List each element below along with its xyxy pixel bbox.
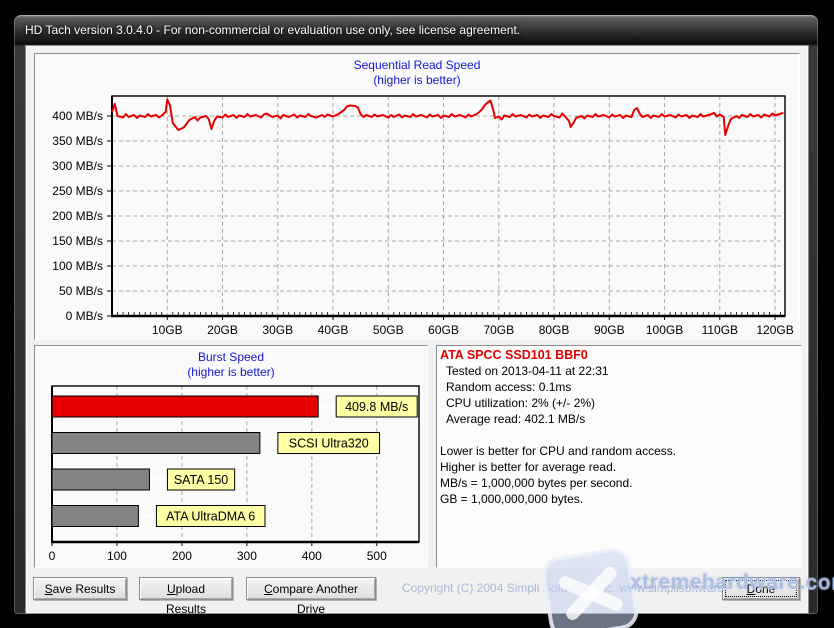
random-access-line: Random access: 0.1ms [437, 379, 801, 395]
burst-speed-chart: 0 100 200 300 400 500 409.8 MB/s SCSI Ultra320 S… [39, 384, 424, 564]
svg-text:350 MB/s: 350 MB/s [52, 134, 103, 148]
average-read-line: Average read: 402.1 MB/s [437, 411, 801, 427]
burst-chart-title: Burst Speed (higher is better) [35, 346, 427, 380]
svg-text:70GB: 70GB [483, 323, 514, 337]
svg-text:409.8 MB/s: 409.8 MB/s [345, 400, 408, 414]
compare-another-drive-button[interactable]: Compare Another Drive [246, 577, 376, 600]
svg-text:100 MB/s: 100 MB/s [52, 259, 103, 273]
window-content: Sequential Read Speed (higher is better)… [25, 45, 809, 614]
svg-text:500: 500 [367, 549, 387, 563]
svg-text:120GB: 120GB [756, 323, 793, 337]
desktop-background: HD Tach version 3.0.4.0 - For non-commer… [0, 0, 834, 628]
title-bar[interactable]: HD Tach version 3.0.4.0 - For non-commer… [14, 15, 818, 45]
svg-text:100GB: 100GB [646, 323, 683, 337]
read-speed-line [112, 100, 783, 136]
burst-bar [52, 506, 138, 527]
svg-text:400: 400 [302, 549, 322, 563]
burst-chart-title-line: Burst Speed [35, 350, 427, 365]
drive-name: ATA SPCC SSD101 BBF0 [437, 346, 801, 363]
burst-chart-subtitle: (higher is better) [35, 365, 427, 380]
svg-text:SATA 150: SATA 150 [174, 473, 228, 487]
svg-text:ATA UltraDMA 6: ATA UltraDMA 6 [166, 510, 255, 524]
svg-text:30GB: 30GB [262, 323, 293, 337]
svg-text:300: 300 [237, 549, 257, 563]
svg-text:100: 100 [107, 549, 127, 563]
burst-bar [52, 433, 260, 454]
svg-text:200 MB/s: 200 MB/s [52, 209, 103, 223]
note-mbs: MB/s = 1,000,000 bytes per second. [437, 475, 801, 491]
note-average: Higher is better for average read. [437, 459, 801, 475]
svg-text:50 MB/s: 50 MB/s [59, 284, 103, 298]
save-results-button[interactable]: Save Results [33, 577, 127, 600]
svg-text:50GB: 50GB [373, 323, 404, 337]
svg-text:80GB: 80GB [539, 323, 570, 337]
note-gb: GB = 1,000,000,000 bytes. [437, 491, 801, 507]
svg-text:200: 200 [172, 549, 192, 563]
svg-text:10GB: 10GB [152, 323, 183, 337]
burst-bar [52, 469, 149, 490]
spacer [437, 427, 801, 443]
svg-text:400 MB/s: 400 MB/s [52, 109, 103, 123]
svg-text:SCSI Ultra320: SCSI Ultra320 [289, 437, 369, 451]
svg-text:250 MB/s: 250 MB/s [52, 184, 103, 198]
sequential-read-chart: 0 MB/s 50 MB/s 100 MB/s 150 MB/s 200 MB/s 250… [39, 90, 795, 346]
upload-results-button[interactable]: Upload Results [139, 577, 233, 600]
burst-bar [52, 396, 318, 417]
hd-tach-window: HD Tach version 3.0.4.0 - For non-commer… [13, 14, 819, 615]
sequential-read-panel: Sequential Read Speed (higher is better)… [34, 53, 800, 340]
svg-text:0 MB/s: 0 MB/s [66, 309, 103, 323]
svg-text:40GB: 40GB [318, 323, 349, 337]
drive-info-panel: ATA SPCC SSD101 BBF0 Tested on 2013-04-1… [436, 345, 802, 568]
tested-on-line: Tested on 2013-04-11 at 22:31 [437, 363, 801, 379]
svg-text:90GB: 90GB [594, 323, 625, 337]
sequential-chart-title-line: Sequential Read Speed [35, 58, 799, 73]
svg-text:20GB: 20GB [207, 323, 238, 337]
svg-text:300 MB/s: 300 MB/s [52, 159, 103, 173]
svg-text:110GB: 110GB [702, 323, 738, 337]
svg-text:0: 0 [49, 549, 56, 563]
burst-speed-panel: Burst Speed (higher is better) 0 100 200 30… [34, 345, 428, 568]
xtremehardware-logo-icon [537, 544, 645, 628]
sequential-chart-subtitle: (higher is better) [35, 73, 799, 88]
xtremehardware-watermark-text: xtremehardware.com [630, 571, 834, 595]
window-title: HD Tach version 3.0.4.0 - For non-commer… [25, 23, 520, 37]
cpu-utilization-line: CPU utilization: 2% (+/- 2%) [437, 395, 801, 411]
sequential-chart-title: Sequential Read Speed (higher is better) [35, 54, 799, 88]
svg-text:60GB: 60GB [428, 323, 459, 337]
svg-text:150 MB/s: 150 MB/s [52, 234, 103, 248]
note-cpu: Lower is better for CPU and random acces… [437, 443, 801, 459]
